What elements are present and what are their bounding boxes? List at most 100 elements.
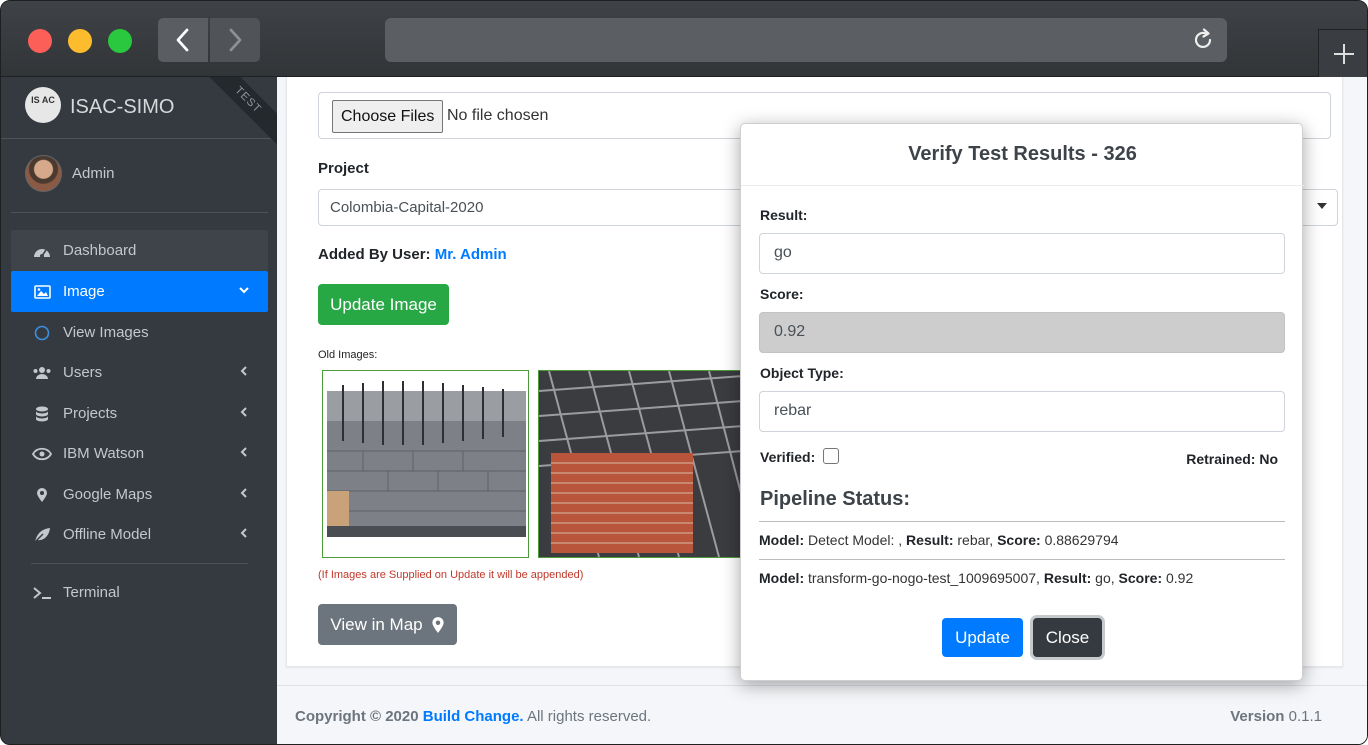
model-label: Model: (759, 532, 805, 548)
sidebar-item-view-images[interactable]: View Images (11, 312, 268, 353)
sidebar-item-ibm-watson[interactable]: IBM Watson (11, 433, 268, 474)
score-input: 0.92 (759, 312, 1285, 353)
version-value: 0.1.1 (1288, 708, 1322, 725)
divider (31, 563, 248, 564)
verify-results-modal: Verify Test Results - 326 Result: go Sco… (740, 123, 1304, 681)
company-link[interactable]: Build Change. (423, 708, 524, 725)
terminal-icon (31, 586, 53, 600)
brand-link[interactable]: IS AC ISAC-SIMO TEST (1, 77, 277, 147)
append-note: (If Images are Supplied on Update it wil… (318, 569, 584, 581)
object-type-label: Object Type: (760, 365, 844, 381)
chevron-left-icon (240, 447, 247, 457)
plus-icon (1334, 43, 1354, 64)
maximize-window-button[interactable] (108, 29, 132, 53)
new-tab-button[interactable] (1318, 29, 1367, 77)
chevron-left-icon (176, 28, 189, 52)
close-button[interactable]: Close (1033, 618, 1102, 657)
score-label: Score: (760, 286, 804, 302)
result-value: rebar, (957, 532, 994, 548)
sidebar-item-label: Offline Model (63, 526, 152, 543)
chevron-right-icon (229, 28, 242, 52)
avatar (25, 155, 62, 192)
pipeline-row: Model: transform-go-nogo-test_1009695007… (759, 559, 1285, 586)
view-in-map-label: View in Map (330, 614, 423, 634)
score-value: 0.92 (1166, 570, 1194, 586)
sidebar-item-image[interactable]: Image (11, 271, 268, 312)
version-label: Version (1230, 708, 1285, 725)
score-label: Score: (1118, 570, 1163, 586)
pipeline-status-title: Pipeline Status: (760, 488, 911, 510)
verified-field: Verified: (760, 448, 840, 465)
version: Version 0.1.1 (1230, 708, 1322, 725)
object-type-input[interactable]: rebar (759, 391, 1285, 432)
test-ribbon: TEST (201, 77, 277, 147)
update-image-button[interactable]: Update Image (318, 284, 449, 325)
close-window-button[interactable] (28, 29, 52, 53)
circle-icon (31, 325, 53, 341)
image-icon (31, 284, 53, 299)
rights-text: All rights reserved. (526, 708, 652, 725)
footer: Copyright © 2020 Build Change. All right… (277, 685, 1367, 744)
map-marker-icon (31, 487, 53, 503)
sidebar-item-users[interactable]: Users (11, 352, 268, 393)
sidebar-item-label: Image (63, 283, 105, 300)
sidebar-item-label: IBM Watson (63, 445, 145, 462)
sidebar-item-label: Dashboard (63, 242, 137, 259)
sidebar-item-offline-model[interactable]: Offline Model (11, 514, 268, 555)
sidebar-item-label: Terminal (63, 584, 120, 601)
sidebar-item-label: Google Maps (63, 486, 153, 503)
sidebar-item-projects[interactable]: Projects (11, 393, 268, 434)
minimize-window-button[interactable] (68, 29, 92, 53)
sidebar: IS AC ISAC-SIMO TEST Admin Dashboard Ima… (1, 77, 277, 744)
old-image-thumbnail[interactable] (538, 370, 744, 558)
construction-wall-image (323, 371, 528, 557)
browser-window: IS AC ISAC-SIMO TEST Admin Dashboard Ima… (0, 0, 1368, 745)
watson-icon (31, 447, 53, 461)
old-images-label: Old Images: (318, 349, 378, 361)
sidebar-item-terminal[interactable]: Terminal (11, 572, 268, 613)
retrained-value: No (1259, 451, 1278, 467)
brand-name: ISAC-SIMO (70, 96, 175, 118)
result-input[interactable]: go (759, 233, 1285, 274)
sidebar-item-label: Users (63, 364, 103, 381)
added-by-user-link[interactable]: Mr. Admin (435, 246, 507, 263)
back-button[interactable] (158, 18, 208, 62)
users-icon (31, 366, 53, 380)
chevron-left-icon (240, 366, 247, 376)
retrained-status: Retrained: No (1186, 451, 1278, 467)
score-label: Score: (997, 532, 1041, 548)
modal-title: Verify Test Results - 326 (741, 124, 1304, 186)
result-label: Result: (1043, 570, 1092, 586)
leaf-icon (31, 527, 53, 543)
sidebar-item-label: View Images (63, 324, 149, 341)
chevron-left-icon (240, 528, 247, 538)
view-in-map-button[interactable]: View in Map (318, 604, 457, 645)
verified-checkbox[interactable] (823, 448, 840, 464)
verified-label: Verified: (760, 449, 816, 465)
caret-down-icon (1317, 203, 1327, 209)
rebar-brick-image (538, 370, 744, 558)
forward-button[interactable] (210, 18, 260, 62)
address-bar[interactable] (385, 18, 1227, 62)
project-select-value: Colombia-Capital-2020 (330, 199, 484, 216)
choose-files-button[interactable]: Choose Files (332, 100, 444, 133)
dashboard-icon (31, 244, 53, 258)
sidebar-item-dashboard[interactable]: Dashboard (11, 230, 268, 271)
old-image-thumbnail[interactable] (322, 370, 529, 558)
divider (11, 212, 268, 213)
map-marker-icon (432, 616, 444, 633)
model-value: transform-go-nogo-test_1009695007, (808, 570, 1040, 586)
browser-toolbar (1, 1, 1367, 77)
update-button[interactable]: Update (942, 618, 1023, 657)
sidebar-item-google-maps[interactable]: Google Maps (11, 474, 268, 515)
copyright: Copyright © 2020 Build Change. All right… (295, 708, 651, 725)
model-label: Model: (759, 570, 805, 586)
reload-icon[interactable] (1191, 28, 1215, 52)
brand-logo: IS AC (25, 87, 61, 123)
database-icon (31, 406, 53, 422)
file-status: No file chosen (447, 107, 549, 124)
result-value: go, (1095, 570, 1115, 586)
user-panel[interactable]: Admin (1, 139, 277, 213)
copyright-prefix: Copyright © 2020 (295, 708, 419, 725)
result-label: Result: (760, 207, 808, 223)
